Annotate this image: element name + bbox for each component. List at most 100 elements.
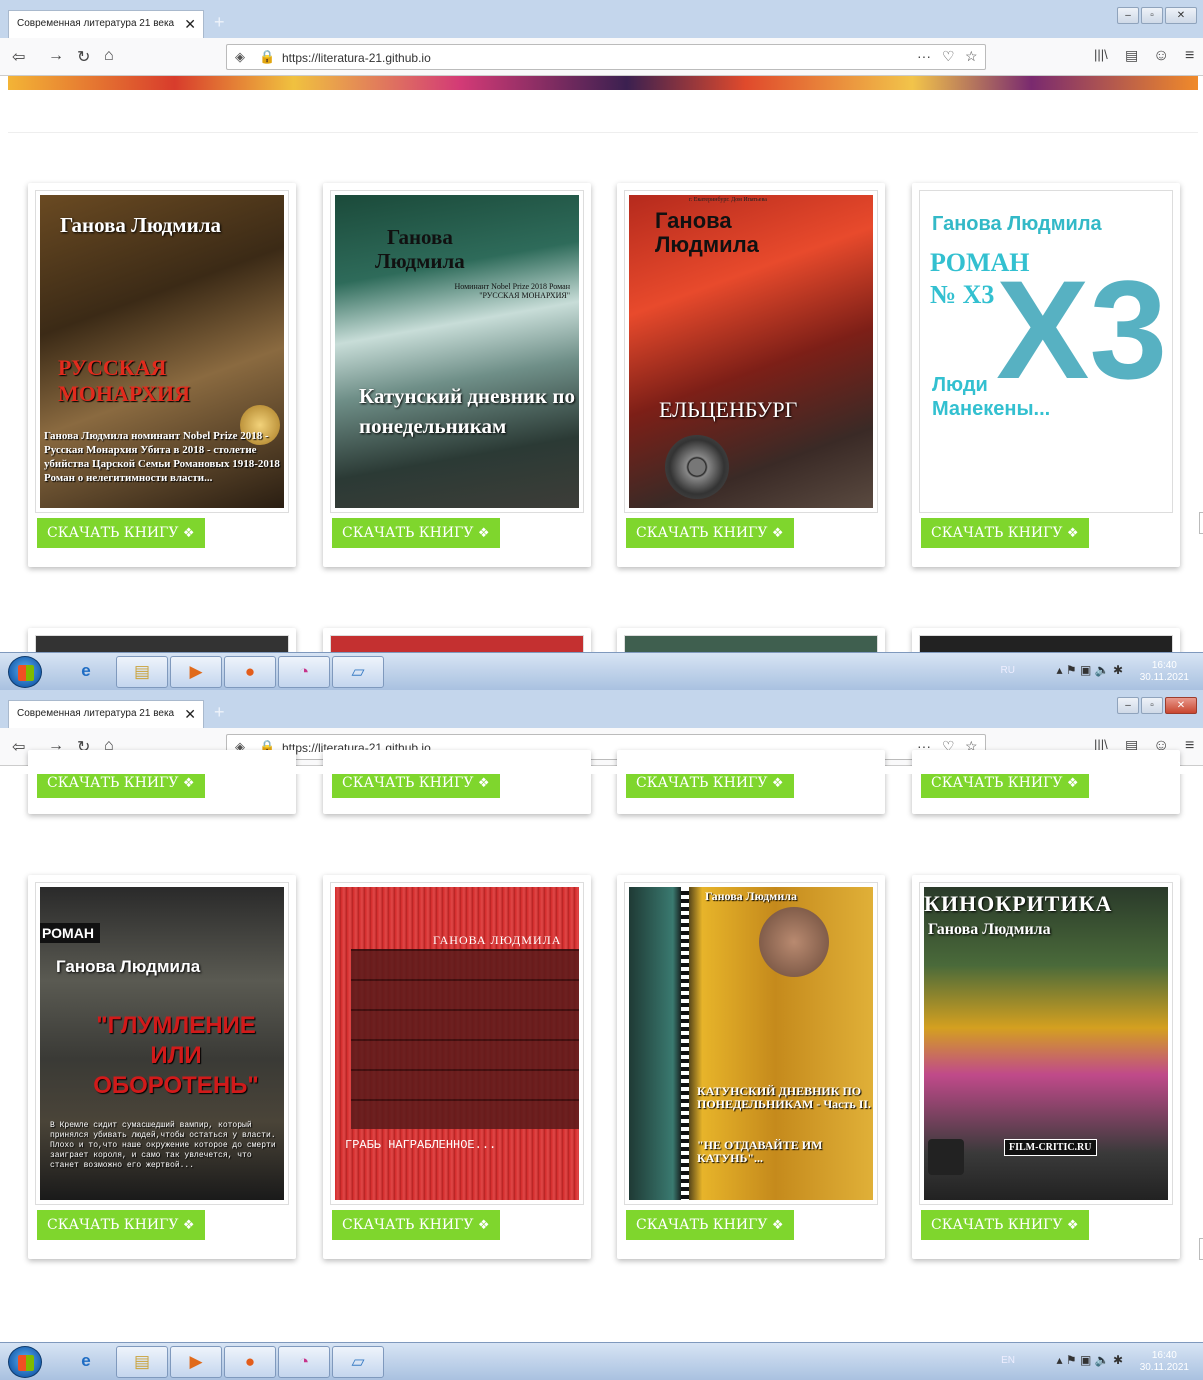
screenshot-bottom: Современная литература 21 века ✕ + – ▫ ✕… (0, 690, 1203, 1380)
download-button[interactable]: СКАЧАТЬ КНИГУ ❖ (626, 518, 794, 548)
site-logo: FILM-CRITIC.RU (1004, 1139, 1097, 1156)
clock[interactable]: 16:40 30.11.2021 (1140, 1350, 1189, 1374)
maximize-icon[interactable]: ▫ (1141, 7, 1163, 24)
book-cover[interactable]: КИНОКРИТИКА Ганова Людмила FILM-CRITIC.R… (919, 882, 1173, 1205)
clock[interactable]: 16:40 30.11.2021 (1140, 660, 1189, 684)
scrollbar[interactable] (1199, 512, 1203, 534)
explorer-icon[interactable]: ▤ (116, 1346, 168, 1378)
language-indicator[interactable]: RU (1001, 665, 1015, 676)
book-cover[interactable]: Ганова Людмила Номинант Nobel Prize 2018… (330, 190, 584, 513)
close-window-icon[interactable]: ✕ (1165, 7, 1197, 24)
download-button[interactable]: СКАЧАТЬ КНИГУ ❖ (921, 518, 1089, 548)
windows-logo-icon (18, 665, 34, 681)
tray-icons[interactable]: ▴ ⚑ ▣ 🔈 ✱ (1057, 1353, 1123, 1367)
tab-close-icon[interactable]: ✕ (184, 16, 196, 33)
bookmark-star-icon[interactable]: ☆ (965, 48, 978, 65)
book-genre: РОМАН (40, 923, 100, 943)
ie-icon[interactable]: e (60, 656, 112, 688)
media-player-icon[interactable]: ▶ (170, 1346, 222, 1378)
page-banner (8, 76, 1198, 90)
reload-icon[interactable]: ↻ (77, 47, 90, 67)
firefox-icon[interactable]: ● (224, 1346, 276, 1378)
page-actions-icon[interactable]: ··· (917, 48, 931, 64)
download-label: СКАЧАТЬ КНИГУ (342, 1217, 474, 1233)
download-button[interactable]: СКАЧАТЬ КНИГУ ❖ (626, 1210, 794, 1240)
book-cover[interactable]: г. Екатеринбург. Дом Ипатьева Ганова Люд… (624, 190, 878, 513)
new-tab-icon[interactable]: + (214, 702, 225, 723)
book-blurb: "НЕ ОТДАВАЙТЕ ИМ КАТУНЬ"... (697, 1138, 823, 1165)
new-tab-icon[interactable]: + (214, 12, 225, 33)
book-author-line: Людмила (375, 249, 465, 273)
book-card: г. Екатеринбург. Дом Ипатьева Ганова Люд… (617, 183, 885, 567)
book-cover[interactable]: ГАНОВА ЛЮДМИЛА ГРАБЬ НАГРАБЛЕННОЕ... (330, 882, 584, 1205)
book-card: СКАЧАТЬ КНИГУ ❖ (28, 750, 296, 814)
download-button[interactable]: СКАЧАТЬ КНИГУ ❖ (332, 1210, 500, 1240)
maximize-icon[interactable]: ▫ (1141, 697, 1163, 714)
download-button[interactable]: СКАЧАТЬ КНИГУ ❖ (921, 1210, 1089, 1240)
app-icon[interactable]: ▱ (332, 1346, 384, 1378)
book-cover[interactable]: Ганова Людмила КАТУНСКИЙ ДНЕВНИК ПО ПОНЕ… (624, 882, 878, 1205)
browser-tab[interactable]: Современная литература 21 века ✕ (8, 10, 204, 38)
back-icon[interactable]: ⇦ (12, 737, 25, 757)
book-cover[interactable]: Ганова Людмила РУССКАЯ МОНАРХИЯ Ганова Л… (35, 190, 289, 513)
url-text[interactable]: https://literatura-21.github.io (282, 51, 431, 65)
book-title: КАТУНСКИЙ ДНЕВНИК ПО ПОНЕДЕЛЬНИКАМ - Час… (697, 1084, 872, 1111)
library-icon[interactable]: |||\ (1094, 47, 1108, 62)
app-icon[interactable]: ◔ (278, 1346, 330, 1378)
home-icon[interactable]: ⌂ (104, 47, 114, 65)
sidebar-icon[interactable]: ▤ (1125, 47, 1138, 64)
url-bar[interactable]: ◈ 🔒 https://literatura-21.github.io ··· … (226, 44, 986, 70)
gift-icon: ❖ (182, 776, 195, 791)
book-cover[interactable]: РОМАН Ганова Людмила "ГЛУМЛЕНИЕ ИЛИ ОБОР… (35, 882, 289, 1205)
media-player-icon[interactable]: ▶ (170, 656, 222, 688)
book-card: РОМАН Ганова Людмила "ГЛУМЛЕНИЕ ИЛИ ОБОР… (28, 875, 296, 1259)
start-button[interactable] (8, 656, 42, 688)
language-indicator[interactable]: EN (1001, 1355, 1015, 1366)
lock-icon[interactable]: 🔒 (259, 49, 275, 65)
shield-icon[interactable]: ◈ (235, 49, 245, 65)
menu-icon[interactable]: ≡ (1185, 737, 1194, 755)
book-card: Ганова Людмила КАТУНСКИЙ ДНЕВНИК ПО ПОНЕ… (617, 875, 885, 1259)
book-card: Ганова Людмила X3 РОМАН № X3 Люди Манеке… (912, 183, 1180, 567)
revolver-icon (665, 435, 729, 499)
browser-tab[interactable]: Современная литература 21 века ✕ (8, 700, 204, 728)
toolbar-shadow (0, 766, 1203, 774)
book-card: ГАНОВА ЛЮДМИЛА ГРАБЬ НАГРАБЛЕННОЕ... СКА… (323, 875, 591, 1259)
book-title: ГРАБЬ НАГРАБЛЕННОЕ... (345, 1138, 497, 1152)
tab-close-icon[interactable]: ✕ (184, 706, 196, 723)
forward-icon[interactable]: → (48, 47, 64, 65)
download-label: СКАЧАТЬ КНИГУ (931, 525, 1063, 541)
book-author-block: Ганова Людмила (375, 225, 465, 273)
gift-icon: ❖ (1066, 776, 1079, 791)
account-icon[interactable]: ☺ (1153, 47, 1169, 65)
ie-icon[interactable]: e (60, 1346, 112, 1378)
window-controls: – ▫ ✕ (1117, 697, 1197, 714)
book-author-line: Ганова (386, 225, 453, 249)
download-button[interactable]: СКАЧАТЬ КНИГУ ❖ (37, 1210, 205, 1240)
app-icon[interactable]: ▱ (332, 656, 384, 688)
firefox-icon[interactable]: ● (224, 656, 276, 688)
book-card: СКАЧАТЬ КНИГУ ❖ (617, 750, 885, 814)
download-label: СКАЧАТЬ КНИГУ (47, 1217, 179, 1233)
explorer-icon[interactable]: ▤ (116, 656, 168, 688)
start-button[interactable] (8, 1346, 42, 1378)
app-icon[interactable]: ◔ (278, 656, 330, 688)
close-window-icon[interactable]: ✕ (1165, 697, 1197, 714)
scrollbar[interactable] (1199, 1238, 1203, 1260)
portrait (759, 907, 829, 977)
back-icon[interactable]: ⇦ (12, 47, 25, 67)
book-author: Ганова Людмила (56, 957, 201, 976)
pocket-icon[interactable]: ♡ (942, 48, 955, 65)
menu-icon[interactable]: ≡ (1185, 47, 1194, 65)
film-strip (681, 887, 689, 1200)
tab-strip: Современная литература 21 века ✕ + – ▫ ✕ (0, 0, 1203, 38)
download-button[interactable]: СКАЧАТЬ КНИГУ ❖ (332, 518, 500, 548)
minimize-icon[interactable]: – (1117, 697, 1139, 714)
book-cover[interactable]: Ганова Людмила X3 РОМАН № X3 Люди Манеке… (919, 190, 1173, 513)
tray-icons[interactable]: ▴ ⚑ ▣ 🔈 ✱ (1057, 663, 1123, 677)
minimize-icon[interactable]: – (1117, 7, 1139, 24)
book-author: ГАНОВА ЛЮДМИЛА (433, 933, 562, 947)
download-label: СКАЧАТЬ КНИГУ (931, 775, 1063, 791)
download-button[interactable]: СКАЧАТЬ КНИГУ ❖ (37, 518, 205, 548)
book-card: СКАЧАТЬ КНИГУ ❖ (323, 750, 591, 814)
